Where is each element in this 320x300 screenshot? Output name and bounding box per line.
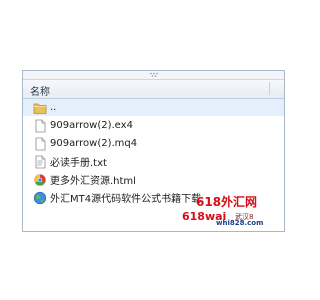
list-item-file[interactable]: 必读手册.txt <box>23 153 284 170</box>
panel-top-bar <box>23 71 284 79</box>
column-header-name[interactable]: 名称 <box>23 79 284 99</box>
list-item-label: 必读手册.txt <box>50 158 107 169</box>
watermark-url: whi828.com <box>216 219 264 227</box>
list-item-label: .. <box>50 102 57 113</box>
resize-grip-icon[interactable] <box>149 72 159 78</box>
text-file-icon <box>33 155 47 169</box>
file-icon <box>33 119 47 133</box>
list-item-label: 909arrow(2).ex4 <box>50 120 133 131</box>
column-divider[interactable] <box>269 82 270 95</box>
list-item-file[interactable]: 909arrow(2).mq4 <box>23 135 284 152</box>
list-item-file[interactable]: 更多外汇资源.html <box>23 171 284 188</box>
html-file-icon <box>33 173 47 187</box>
list-item-file[interactable]: 909arrow(2).ex4 <box>23 117 284 134</box>
list-item-label: 外汇MT4源代码软件公式书籍下载 <box>50 194 202 205</box>
column-header-label: 名称 <box>30 87 50 98</box>
file-icon <box>33 137 47 151</box>
list-item-label: 更多外汇资源.html <box>50 176 136 187</box>
folder-up-icon <box>33 101 47 115</box>
list-item-parent-folder[interactable]: .. <box>23 99 284 116</box>
watermark-text: 618外汇网 <box>196 195 258 209</box>
list-item-label: 909arrow(2).mq4 <box>50 138 138 149</box>
internet-shortcut-icon <box>33 191 47 205</box>
